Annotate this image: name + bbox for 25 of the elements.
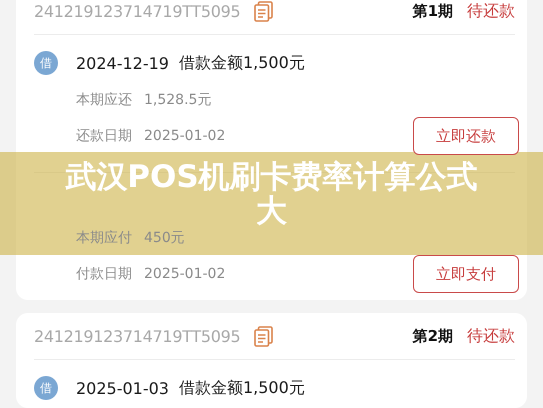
action-button[interactable]: 立即还款 [413,117,519,155]
entry-date: 2024-12-19 [76,54,169,72]
entry-badge: 借 [34,51,58,75]
field-label: 本期应付 [76,229,132,247]
field-label: 本期应还 [76,91,132,109]
entry-amount: 借款金额1,500元 [178,378,305,398]
field-value: 450元 [144,229,185,247]
field-value: 2025-01-02 [144,266,226,282]
entry-amount: 借款金额1,500元 [178,52,305,74]
field-value: 1,528.5元 [144,91,212,109]
field-label: 还款日期 [76,127,132,145]
field-value: 2025-01-02 [144,128,226,144]
field-label: 付款日期 [76,265,132,283]
action-button[interactable]: 立即支付 [413,255,519,293]
entry-badge: 借 [34,376,58,400]
copy-icon[interactable] [254,326,274,346]
overlay-title: 武汉POS机刷卡费率计算公式大 [64,160,479,228]
status-label: 待还款 [467,0,515,22]
entry-date: 2025-01-03 [76,378,169,398]
period-label: 第1期 [412,2,453,20]
order-number: 241219123714719TT5095 [34,2,240,20]
order-number: 241219123714719TT5095 [34,326,240,346]
copy-icon[interactable] [254,0,274,22]
period-label: 第2期 [412,326,453,346]
status-label: 待还款 [467,326,515,346]
